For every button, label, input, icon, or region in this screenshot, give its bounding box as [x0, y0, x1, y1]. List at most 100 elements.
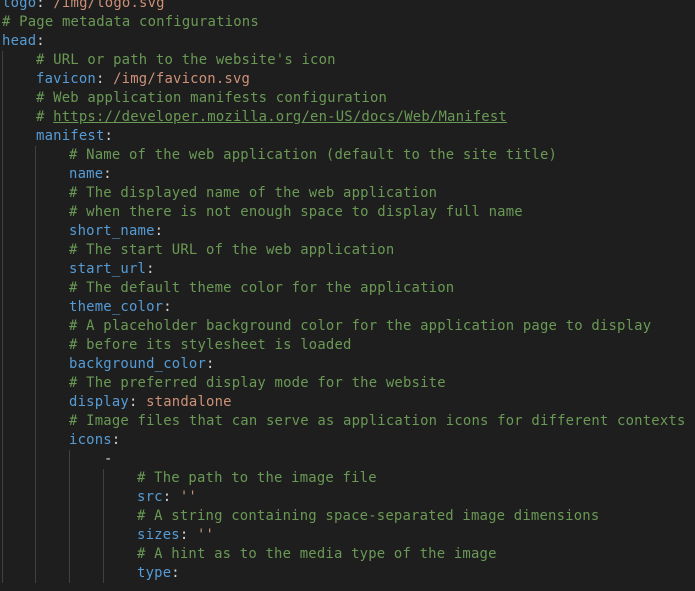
indent-guide — [2, 316, 3, 336]
indent-guide — [103, 525, 104, 545]
indent-guide — [2, 487, 3, 507]
indent-guide — [35, 373, 36, 393]
indent-guide — [2, 183, 3, 203]
code-text: # The displayed name of the web applicat… — [69, 184, 437, 203]
yaml-comment: # The start URL of the web application — [69, 241, 395, 258]
code-text: # Page metadata configurations — [2, 13, 259, 32]
yaml-punctuation: : — [103, 165, 112, 182]
yaml-key: background_color — [69, 355, 207, 372]
indent-guide — [2, 164, 3, 184]
indent-guide — [35, 202, 36, 222]
yaml-comment: # The default theme color for the applic… — [69, 279, 455, 296]
yaml-key: theme_color — [69, 298, 164, 315]
code-text: # The start URL of the web application — [69, 241, 394, 260]
indent-guide — [35, 183, 36, 203]
indent-guide — [35, 544, 36, 564]
yaml-punctuation: : — [95, 70, 114, 87]
indent-guide — [103, 468, 104, 488]
indent-guide — [2, 544, 3, 564]
indent-guide — [35, 392, 36, 412]
indent-guide — [103, 487, 104, 507]
comment-link[interactable]: https://developer.mozilla.org/en-US/docs… — [53, 109, 507, 125]
code-text: # The default theme color for the applic… — [69, 279, 454, 298]
yaml-key: logo — [2, 0, 37, 11]
yaml-punctuation: : — [36, 0, 54, 11]
indent-guide — [35, 240, 36, 260]
code-editor[interactable]: logo: /img/logo.svg # Page metadata confi… — [0, 0, 695, 591]
code-text: head: — [2, 32, 45, 51]
yaml-comment: # The preferred display mode for the web… — [69, 374, 446, 391]
indent-guide — [69, 525, 70, 545]
indent-guide — [2, 411, 3, 431]
yaml-punctuation: : — [128, 393, 147, 410]
yaml-comment: # URL or path to the website's icon — [36, 51, 336, 68]
indent-guide — [2, 126, 3, 146]
indent-guide — [35, 487, 36, 507]
code-text: - — [104, 450, 113, 469]
indent-guide — [35, 525, 36, 545]
yaml-punctuation: : — [104, 127, 114, 144]
code-text: # before its stylesheet is loaded — [69, 336, 352, 355]
indent-guide — [35, 278, 36, 298]
yaml-string-value: /img/logo.svg — [53, 0, 165, 11]
yaml-punctuation: - — [104, 450, 113, 467]
indent-guide — [2, 430, 3, 450]
indent-guide — [35, 316, 36, 336]
indent-guide — [35, 221, 36, 241]
yaml-punctuation: : — [36, 32, 45, 49]
yaml-punctuation: : — [171, 564, 180, 581]
indent-guide — [2, 373, 3, 393]
yaml-comment: # Web application manifests configuratio… — [36, 89, 388, 106]
indent-guide — [2, 354, 3, 374]
indent-guide — [69, 487, 70, 507]
yaml-comment: # A hint as to the media type of the ima… — [137, 545, 497, 562]
indent-guide — [69, 563, 70, 583]
code-text: icons: — [69, 431, 120, 450]
yaml-punctuation: : — [154, 222, 164, 239]
yaml-comment: # Image files that can serve as applicat… — [69, 412, 686, 429]
yaml-punctuation: : — [179, 526, 197, 543]
code-text: logo: /img/logo.svg — [2, 0, 165, 13]
yaml-comment: # A placeholder background color for the… — [69, 317, 652, 334]
indent-guide — [35, 145, 36, 165]
indent-guide — [2, 525, 3, 545]
indent-guide — [69, 506, 70, 526]
yaml-string-value: /img/favicon.svg — [113, 70, 251, 87]
indent-guide — [2, 392, 3, 412]
indent-guide — [2, 278, 3, 298]
code-text: # A string containing space-separated im… — [137, 507, 599, 526]
code-text: short_name: — [69, 222, 163, 241]
yaml-key: display — [69, 393, 129, 410]
indent-guide — [2, 297, 3, 317]
indent-guide — [2, 259, 3, 279]
yaml-key: favicon — [36, 70, 96, 87]
yaml-comment: # Name of the web application (default t… — [69, 146, 558, 163]
yaml-key: icons — [69, 431, 112, 448]
yaml-punctuation: : — [162, 488, 180, 505]
yaml-string-value: '' — [179, 488, 197, 505]
yaml-key: head — [2, 32, 37, 49]
code-text: sizes: '' — [137, 526, 214, 545]
yaml-comment: # when there is not enough space to disp… — [69, 203, 523, 220]
indent-guide — [2, 88, 3, 108]
indent-guide — [35, 297, 36, 317]
indent-guide — [35, 335, 36, 355]
code-text: # Web application manifests configuratio… — [36, 89, 387, 108]
code-text: manifest: — [36, 127, 113, 146]
yaml-key: short_name — [69, 222, 155, 239]
indent-guide — [35, 164, 36, 184]
yaml-string-value: standalone — [146, 393, 232, 410]
indent-guide — [69, 544, 70, 564]
code-text: # when there is not enough space to disp… — [69, 203, 523, 222]
indent-guide — [35, 563, 36, 583]
code-text: # The preferred display mode for the web… — [69, 374, 446, 393]
yaml-key: type — [137, 564, 172, 581]
indent-guide — [2, 449, 3, 469]
yaml-punctuation: : — [111, 431, 121, 448]
code-text: theme_color: — [69, 298, 172, 317]
yaml-comment: # — [36, 108, 54, 125]
code-text: # https://developer.mozilla.org/en-US/do… — [36, 108, 507, 127]
indent-guide — [2, 107, 3, 127]
code-text: # A placeholder background color for the… — [69, 317, 651, 336]
indent-guide — [2, 50, 3, 70]
